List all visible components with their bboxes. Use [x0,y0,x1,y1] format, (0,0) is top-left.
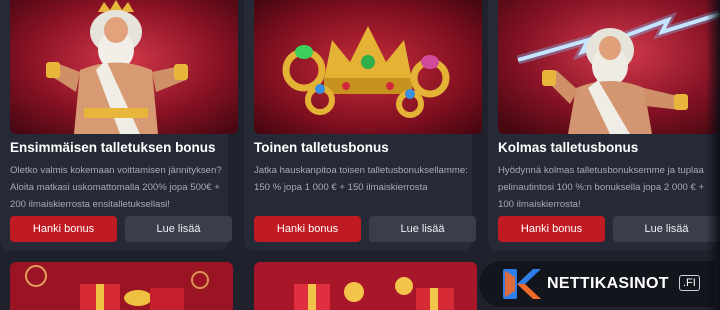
zeus-lightning-illustration [498,0,720,134]
crown-and-rings-illustration [254,0,482,134]
bonus-card-3: Kolmas talletusbonus Hyödynnä kolmas tal… [488,0,720,250]
brand-tld: .FI [679,275,700,291]
card-title: Kolmas talletusbonus [498,140,639,155]
brand-badge[interactable]: NETTIKASINOT .FI [479,261,715,307]
bonus-card-2: Toinen talletusbonus Jatka hauskanpitoa … [244,0,482,250]
card-description: Hyödynnä kolmas talletusbonuksemme ja tu… [498,165,705,210]
get-bonus-button[interactable]: Hanki bonus [498,216,605,242]
read-more-button[interactable]: Lue lisää [125,216,232,242]
get-bonus-button[interactable]: Hanki bonus [254,216,361,242]
zeus-illustration [10,0,238,134]
nettikasinot-logo-icon [503,269,541,299]
edge-shadow [706,0,720,310]
card-description: Jatka hauskanpitoa toisen talletusbonuks… [254,165,468,193]
brand-name: NETTIKASINOT [547,275,669,292]
bonus-card-4-image [10,262,233,310]
bonus-card-5-image [254,262,477,310]
read-more-button[interactable]: Lue lisää [369,216,476,242]
card-title: Toinen talletusbonus [254,140,389,155]
card-description: Oletko valmis kokemaan voittamisen jänni… [10,165,222,210]
get-bonus-button[interactable]: Hanki bonus [10,216,117,242]
page-frame: Ensimmäisen talletuksen bonus Oletko val… [0,0,720,310]
card-title: Ensimmäisen talletuksen bonus [10,140,216,155]
bonus-card-1: Ensimmäisen talletuksen bonus Oletko val… [0,0,238,250]
read-more-button[interactable]: Lue lisää [613,216,720,242]
